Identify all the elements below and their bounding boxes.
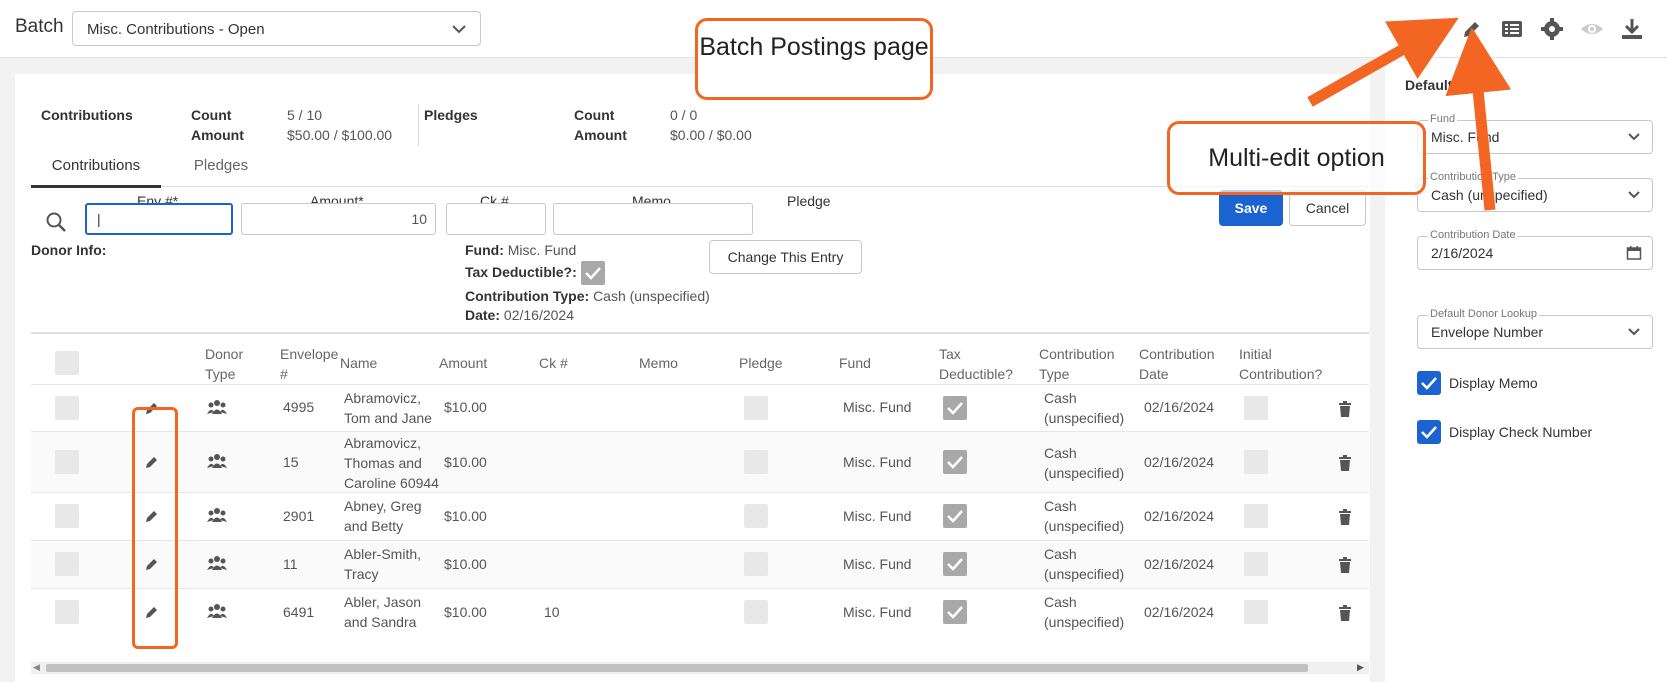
arrow-to-pencil-left bbox=[1307, 17, 1459, 107]
arrow-to-pencil-up bbox=[1445, 27, 1512, 211]
annotation-arrows bbox=[1307, 17, 1512, 211]
